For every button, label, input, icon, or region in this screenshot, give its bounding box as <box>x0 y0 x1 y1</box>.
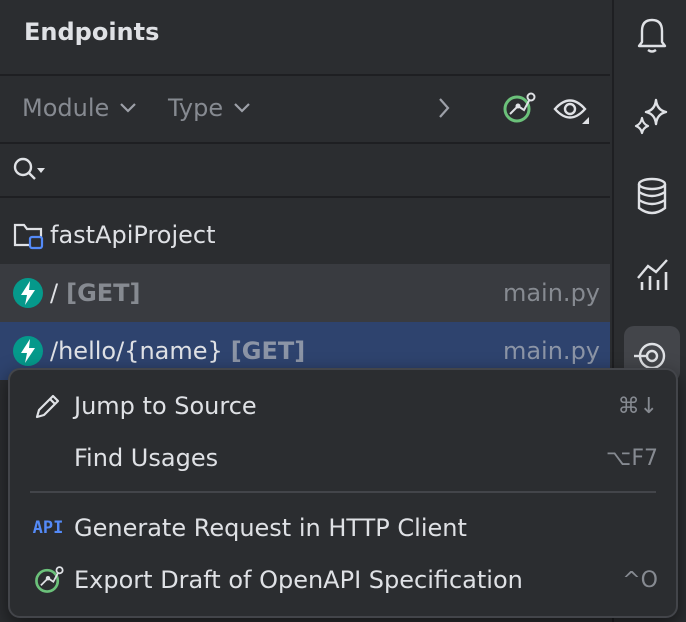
type-filter-label: Type <box>168 94 224 122</box>
pencil-icon <box>32 390 64 422</box>
database-icon[interactable] <box>628 172 676 220</box>
search-field[interactable] <box>12 155 48 189</box>
type-filter-dropdown[interactable]: Type <box>168 94 251 122</box>
menu-item-jump-to-source[interactable]: Jump to Source ⌘↓ <box>10 380 676 432</box>
menu-item-shortcut: ⌥F7 <box>605 445 658 471</box>
module-filter-dropdown[interactable]: Module <box>22 94 137 122</box>
context-menu: Jump to Source ⌘↓ Find Usages ⌥F7 API Ge… <box>8 368 678 618</box>
menu-item-label: Generate Request in HTTP Client <box>74 514 467 542</box>
ai-sparkle-icon[interactable] <box>628 92 676 140</box>
menu-item-label: Jump to Source <box>74 392 257 420</box>
project-name: fastApiProject <box>50 221 216 249</box>
openapi-icon <box>32 564 64 596</box>
chevron-right-icon[interactable] <box>436 96 452 124</box>
menu-separator <box>30 491 656 493</box>
menu-item-label: Find Usages <box>74 444 219 472</box>
filter-toolbar: Module Type <box>0 76 610 142</box>
endpoint-file: main.py <box>502 279 600 307</box>
folder-module-icon <box>12 219 44 251</box>
menu-item-export-openapi[interactable]: Export Draft of OpenAPI Specification ^O <box>10 554 676 606</box>
panel-title: Endpoints <box>24 18 160 46</box>
eye-icon[interactable] <box>552 94 592 132</box>
chevron-down-icon <box>233 102 251 114</box>
menu-item-find-usages[interactable]: Find Usages ⌥F7 <box>10 432 676 484</box>
endpoint-row[interactable]: / [GET] main.py <box>0 264 610 322</box>
endpoint-method: [GET] <box>66 279 141 307</box>
endpoint-method: [GET] <box>230 337 306 365</box>
bell-icon[interactable] <box>628 10 676 58</box>
api-icon: API <box>32 518 64 538</box>
menu-item-generate-request[interactable]: API Generate Request in HTTP Client <box>10 502 676 554</box>
profiler-chart-icon[interactable] <box>628 250 676 298</box>
openapi-icon[interactable] <box>500 90 536 130</box>
chevron-down-icon <box>119 102 137 114</box>
endpoint-path: / <box>50 279 59 307</box>
module-filter-label: Module <box>22 94 110 122</box>
fastapi-icon <box>12 277 44 309</box>
divider <box>0 142 610 144</box>
endpoint-file: main.py <box>502 337 600 365</box>
menu-item-shortcut: ^O <box>622 567 658 593</box>
project-node[interactable]: fastApiProject <box>0 206 610 264</box>
divider <box>0 196 610 198</box>
fastapi-icon <box>12 335 44 367</box>
menu-item-label: Export Draft of OpenAPI Specification <box>74 566 523 594</box>
search-icon <box>12 157 48 189</box>
menu-item-shortcut: ⌘↓ <box>617 393 658 419</box>
endpoint-path: /hello/{name} <box>50 337 223 365</box>
